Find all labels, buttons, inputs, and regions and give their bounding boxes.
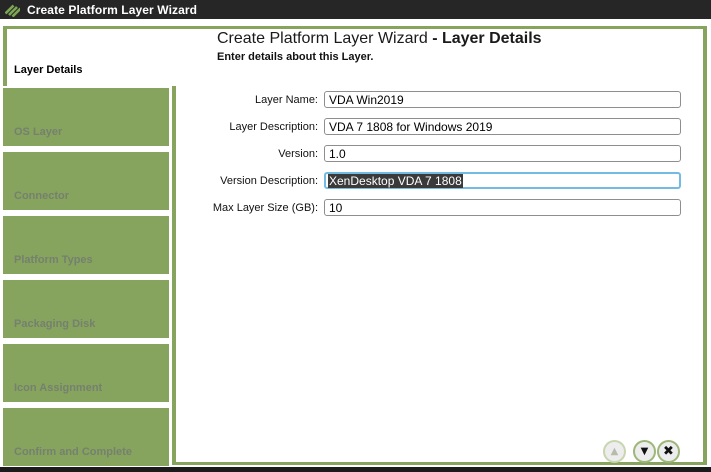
panel-border-left (172, 86, 176, 465)
app-layering-stripes-icon (5, 3, 20, 17)
version-description-input[interactable]: XenDesktop VDA 7 1808 (324, 172, 681, 189)
step-label: Platform Types (14, 254, 93, 266)
cancel-wizard-button[interactable]: ✖ (657, 440, 680, 463)
page-title: Create Platform Layer Wizard - Layer Det… (217, 30, 542, 48)
window-title: Create Platform Layer Wizard (27, 2, 198, 17)
sidebar-step-layer-details[interactable]: Layer Details (7, 29, 173, 86)
max-layer-size-label: Max Layer Size (GB): (212, 202, 318, 214)
sidebar-step-packaging-disk[interactable]: Packaging Disk (3, 280, 169, 338)
form-row: Version Description: XenDesktop VDA 7 18… (0, 172, 711, 190)
step-label: Icon Assignment (14, 382, 103, 394)
form-row: Version: (0, 145, 711, 163)
step-label: Packaging Disk (14, 318, 96, 330)
version-description-label: Version Description: (220, 175, 318, 187)
layer-name-input[interactable] (324, 91, 681, 108)
version-input[interactable] (324, 145, 681, 162)
form-row: Max Layer Size (GB): (0, 199, 711, 217)
step-label: Layer Details (14, 64, 83, 76)
max-layer-size-input[interactable] (324, 199, 681, 216)
create-platform-layer-wizard-window: Create Platform Layer Wizard Layer Detai… (0, 0, 711, 472)
window-titlebar: Create Platform Layer Wizard (0, 0, 711, 19)
panel-border-bottom (172, 462, 707, 465)
sidebar-step-icon-assignment[interactable]: Icon Assignment (3, 344, 169, 402)
close-x-icon: ✖ (663, 444, 674, 459)
window-bottom-edge (0, 467, 711, 472)
form-row: Layer Name: (0, 91, 711, 109)
form-row: Layer Description: (0, 118, 711, 136)
previous-step-button: ▲ (603, 440, 626, 463)
page-title-prefix: Create Platform Layer Wizard (217, 30, 433, 47)
layer-name-label: Layer Name: (255, 94, 318, 106)
up-arrow-icon: ▲ (610, 446, 619, 457)
page-subtitle: Enter details about this Layer. (217, 51, 374, 63)
selected-text: XenDesktop VDA 7 1808 (328, 173, 463, 188)
page-title-emphasis: - Layer Details (432, 30, 542, 47)
layer-description-label: Layer Description: (229, 121, 318, 133)
layer-description-input[interactable] (324, 118, 681, 135)
next-step-button[interactable]: ▼ (633, 440, 656, 463)
version-label: Version: (278, 148, 318, 160)
sidebar-step-confirm-and-complete[interactable]: Confirm and Complete (3, 408, 169, 466)
sidebar-step-platform-types[interactable]: Platform Types (3, 216, 169, 274)
down-arrow-icon: ▼ (640, 446, 649, 457)
step-label: Confirm and Complete (14, 446, 132, 458)
